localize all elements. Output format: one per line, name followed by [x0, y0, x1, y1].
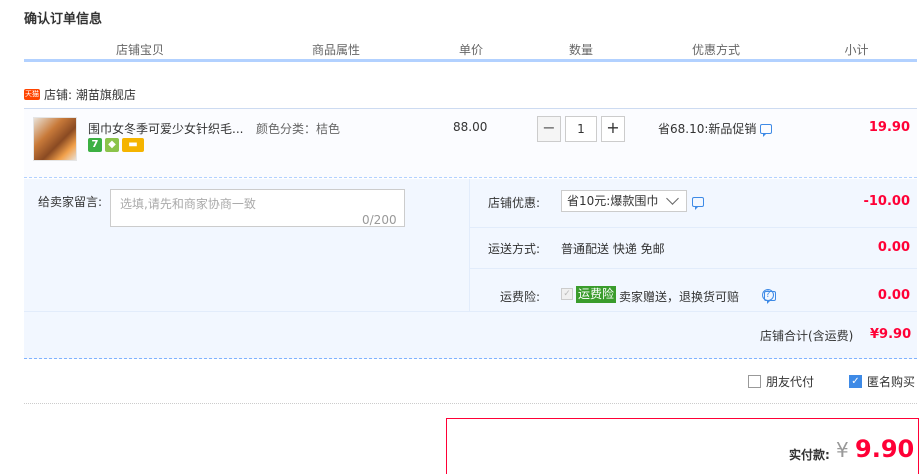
shop-discount-label: 店铺优惠: — [487, 196, 540, 210]
shop-name[interactable]: 店铺: 潮苗旗舰店 — [44, 86, 136, 103]
item-price: 88.00 — [453, 120, 488, 134]
promo-text: 省68.10:新品促销 — [658, 122, 757, 136]
seven-day-return-icon[interactable]: 7 — [88, 138, 102, 152]
column-header-bar — [24, 59, 917, 62]
divider — [24, 311, 917, 312]
chat-icon[interactable] — [760, 123, 773, 137]
message-label: 给卖家留言: — [38, 195, 103, 209]
insurance-value: 0.00 — [877, 288, 910, 303]
service-icons: 7 ◆ ▬ — [88, 138, 144, 152]
message-placeholder: 选填,请先和商家协商一致 — [120, 197, 256, 211]
divider — [470, 227, 917, 228]
insurance-text: 卖家赠送，退换货可赔 — [619, 290, 740, 304]
quantity-stepper: − 1 + — [537, 116, 625, 142]
col-header-promo: 优惠方式 — [691, 43, 740, 57]
pay-amount: 9.90 — [855, 435, 915, 463]
product-thumbnail[interactable] — [33, 117, 77, 161]
friend-pay-option[interactable]: 朋友代付 — [748, 373, 814, 390]
anonymous-option[interactable]: ✓ 匿名购买 — [849, 373, 915, 390]
shipping-method: 普通配送 快递 免邮 — [561, 242, 665, 256]
shop-total-label: 店铺合计(含运费) — [760, 329, 854, 343]
col-header-price: 单价 — [458, 43, 483, 57]
insurance-checkbox: ✓ — [561, 288, 573, 300]
chat-icon[interactable] — [692, 197, 704, 210]
page-title: 确认订单信息 — [24, 12, 103, 27]
qty-increment-button[interactable]: + — [601, 116, 625, 142]
divider — [470, 268, 917, 269]
item-attribute: 颜色分类：桔色 — [256, 122, 341, 136]
item-row — [24, 108, 917, 178]
col-header-item: 店铺宝贝 — [115, 43, 164, 57]
qty-input[interactable]: 1 — [565, 116, 597, 142]
shield-icon[interactable]: ◆ — [105, 138, 119, 152]
friend-pay-checkbox[interactable] — [748, 375, 761, 388]
item-subtotal: 19.90 — [868, 120, 910, 135]
col-header-attr: 商品属性 — [311, 43, 360, 57]
anonymous-label: 匿名购买 — [867, 375, 916, 389]
currency-symbol: ¥ — [836, 438, 849, 462]
promo-info: 省68.10:新品促销 — [658, 120, 773, 137]
friend-pay-label: 朋友代付 — [766, 375, 815, 389]
col-header-qty: 数量 — [568, 43, 593, 57]
shipping-value: 0.00 — [877, 240, 910, 255]
insurance-label: 运费险: — [499, 290, 540, 304]
item-title-link[interactable]: 围巾女冬季可爱少女针织毛... — [88, 120, 248, 137]
message-char-count: 0/200 — [362, 213, 397, 227]
shop-discount-value: -10.00 — [863, 194, 910, 209]
shipping-label: 运送方式: — [487, 242, 540, 256]
qty-decrement-button[interactable]: − — [537, 116, 561, 142]
anonymous-checkbox[interactable]: ✓ — [849, 375, 862, 388]
divider — [24, 403, 917, 404]
help-icon[interactable]: ? — [762, 289, 774, 301]
insurance-badge: 运费险 — [576, 286, 617, 303]
shop-total-value: ¥9.90 — [870, 327, 912, 342]
pay-label: 实付款: — [789, 448, 830, 462]
shop-row: 天猫 店铺: 潮苗旗舰店 — [24, 86, 136, 102]
col-header-subtotal: 小计 — [844, 43, 869, 57]
credit-card-icon[interactable]: ▬ — [122, 138, 144, 152]
tmall-icon: 天猫 — [24, 88, 40, 100]
